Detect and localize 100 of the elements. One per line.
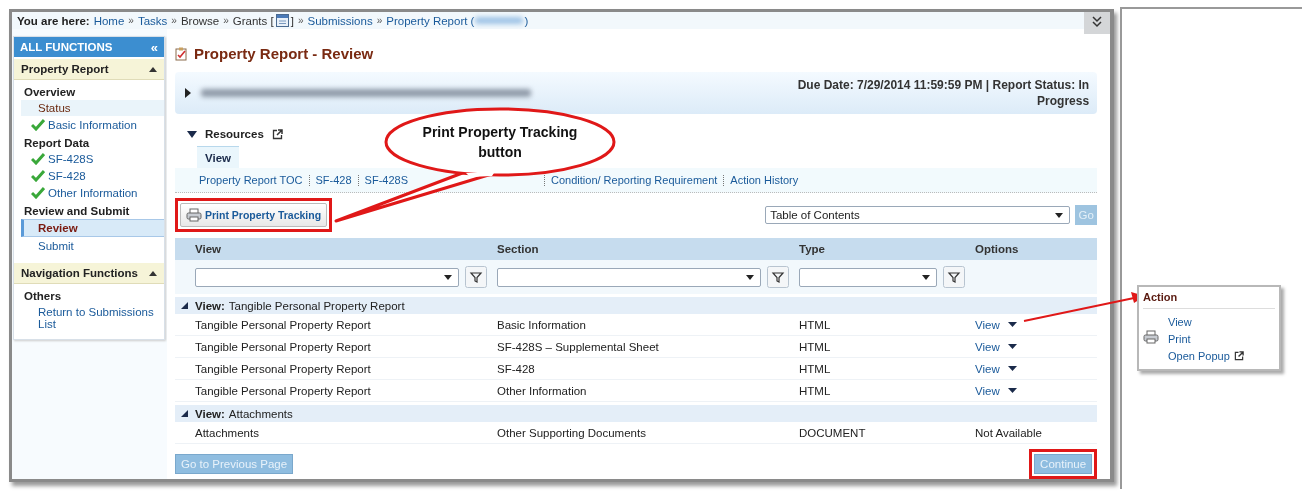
external-link-icon: [1233, 350, 1244, 361]
view-link[interactable]: View: [975, 340, 1000, 353]
section-title: Property Report: [21, 63, 109, 75]
table-cell-text: Tangible Personal Property Report: [195, 318, 372, 331]
callout-text: Print Property Tracking button: [421, 123, 579, 162]
due-date-status: Due Date: 7/29/2014 11:59:59 PM | Report Status: In Progress: [796, 77, 1090, 109]
table-cell-text: SF-428S – Supplemental Sheet: [497, 340, 660, 353]
resource-link[interactable]: SF-428S: [357, 175, 415, 186]
breadcrumb-separator: »: [223, 15, 229, 26]
collapse-arrow-icon[interactable]: [181, 302, 188, 309]
column-header: Options: [975, 243, 1020, 255]
resource-link[interactable]: Action History: [723, 175, 805, 186]
caret-icon[interactable]: [1007, 322, 1017, 327]
table-cell-text: DOCUMENT: [799, 426, 867, 439]
tab[interactable]: View: [197, 146, 239, 168]
breadcrumb-link[interactable]: Submissions: [307, 14, 373, 27]
group-title: Review and Submit: [23, 204, 131, 218]
group-row[interactable]: View: Attachments: [175, 405, 1098, 422]
caret-icon: [1055, 212, 1064, 218]
caret-icon: [746, 274, 754, 280]
table-cell: Not Available: [975, 426, 1042, 439]
column-header: Section: [497, 243, 540, 255]
group-label: View:: [195, 299, 225, 312]
expand-arrow-icon[interactable]: [185, 88, 191, 98]
group-title: Others: [23, 289, 63, 303]
checkmark-icon: [31, 153, 45, 165]
sidebar-item[interactable]: Other Information: [21, 185, 164, 201]
group-title: Report Data: [23, 136, 91, 150]
filter-icon[interactable]: [943, 266, 965, 288]
section-header[interactable]: Navigation Functions: [14, 263, 164, 284]
table-cell-text: Tangible Personal Property Report: [195, 340, 372, 353]
printer-icon: [1143, 330, 1159, 344]
checkmark-icon: [31, 170, 45, 182]
breadcrumb-item: ]: [290, 14, 294, 27]
group-label: View:: [195, 407, 225, 420]
sidebar-item[interactable]: Return to Submissions List: [21, 304, 164, 332]
collapse-arrow-icon: [149, 270, 157, 276]
view-link[interactable]: View: [975, 318, 1000, 331]
group-row[interactable]: View: Tangible Personal Property Report: [175, 297, 1098, 314]
group-title: Overview: [23, 85, 77, 99]
filter-icon[interactable]: [465, 266, 487, 288]
caret-icon: [922, 274, 930, 280]
breadcrumb-link[interactable]: Tasks: [137, 14, 168, 27]
table-cell-text: Other Supporting Documents: [497, 426, 647, 439]
section-title: Navigation Functions: [21, 267, 138, 279]
table-cell-text: HTML: [799, 340, 832, 353]
breadcrumb-link[interactable]: Home: [93, 14, 125, 27]
table-cell-text: Other Information: [497, 384, 588, 397]
caret-icon[interactable]: [1007, 344, 1017, 349]
external-link-icon[interactable]: [271, 128, 283, 140]
breadcrumb-separator: »: [171, 15, 177, 26]
breadcrumb-separator: »: [297, 15, 304, 26]
menu-title: Action: [1143, 291, 1275, 309]
group-name: Attachments: [228, 407, 293, 420]
group-name: Tangible Personal Property Report: [228, 299, 405, 312]
sidebar-item[interactable]: Status: [21, 100, 164, 116]
sidebar-title: ALL FUNCTIONS: [20, 41, 113, 53]
breadcrumb-link[interactable]: Property Report (: [386, 14, 475, 27]
collapse-arrow-icon[interactable]: [181, 410, 188, 417]
resource-link[interactable]: SF-428: [308, 175, 358, 186]
calendar-icon[interactable]: [275, 14, 289, 27]
table-cell-text: Basic Information: [497, 318, 587, 331]
table-cell-text: HTML: [799, 362, 832, 375]
sidebar-item[interactable]: Submit: [21, 238, 164, 254]
column-header: Type: [799, 243, 826, 255]
checkmark-icon: [31, 187, 45, 199]
menu-item[interactable]: Print: [1168, 332, 1191, 345]
dropdown[interactable]: Table of Contents: [765, 206, 1071, 224]
breadcrumb-link[interactable]: ): [524, 14, 529, 27]
print-button[interactable]: Print Property Tracking: [180, 203, 328, 227]
resource-link[interactable]: Property Report TOC: [193, 175, 309, 186]
breadcrumb-item: Browse: [180, 14, 220, 27]
sidebar-item[interactable]: Review: [21, 219, 164, 237]
resource-link[interactable]: Condition/ Reporting Requirement: [544, 175, 724, 186]
caret-icon[interactable]: [1007, 366, 1017, 371]
sidebar-item[interactable]: SF-428: [21, 168, 164, 184]
menu-item[interactable]: View: [1168, 315, 1192, 328]
clipboard-icon: [175, 46, 188, 61]
page-title: Property Report - Review: [194, 45, 374, 62]
sidebar-item[interactable]: SF-428S: [21, 151, 164, 167]
collapse-icon[interactable]: [1084, 12, 1111, 34]
menu-item[interactable]: Open Popup: [1168, 349, 1230, 362]
view-link[interactable]: View: [975, 362, 1000, 375]
view-link[interactable]: View: [975, 384, 1000, 397]
collapse-sidebar-button[interactable]: «: [150, 39, 158, 55]
section-header[interactable]: Property Report: [14, 59, 164, 80]
caret-icon: [444, 274, 452, 280]
table-cell-text: Tangible Personal Property Report: [195, 384, 372, 397]
checkmark-icon: [31, 119, 45, 131]
table-cell-text: SF-428: [497, 362, 536, 375]
table-cell-text: Tangible Personal Property Report: [195, 362, 372, 375]
blurred-text: [475, 17, 524, 24]
filter-icon[interactable]: [767, 266, 789, 288]
caret-icon[interactable]: [1007, 388, 1017, 393]
breadcrumb-label: You are here:: [17, 14, 90, 27]
breadcrumb-separator: »: [376, 15, 383, 26]
table-cell-text: Attachments: [195, 426, 260, 439]
sidebar-item[interactable]: Basic Information: [21, 117, 164, 133]
collapse-arrow-icon[interactable]: [187, 130, 197, 138]
column-header: View: [195, 243, 222, 255]
